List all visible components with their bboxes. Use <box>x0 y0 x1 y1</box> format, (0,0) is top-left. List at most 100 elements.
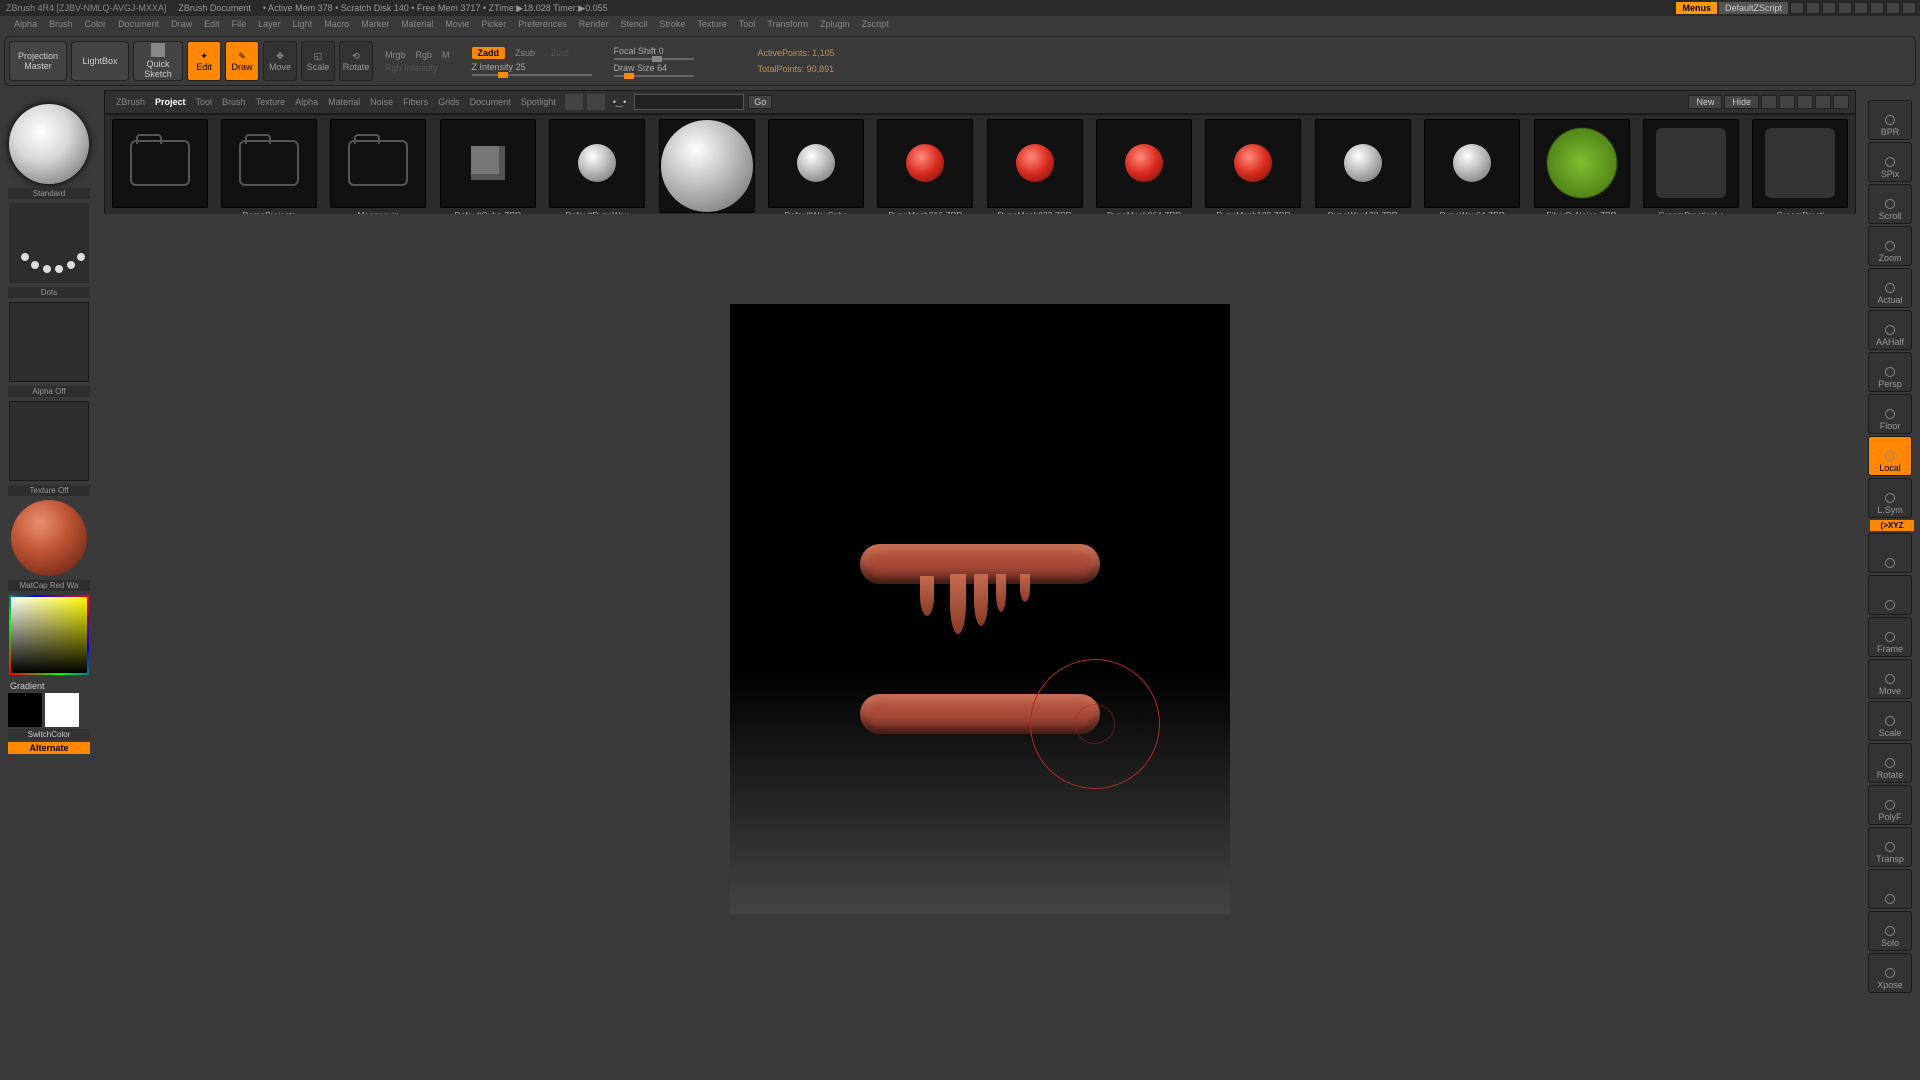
draw-mode-button[interactable]: ✎Draw <box>225 41 259 81</box>
lock-icon[interactable] <box>1854 2 1868 14</box>
menu-zscript[interactable]: Zscript <box>856 19 895 29</box>
lightbox-tab-material[interactable]: Material <box>323 97 365 107</box>
lightbox-tab-project[interactable]: Project <box>150 97 191 107</box>
quick-sketch-button[interactable]: Quick Sketch <box>133 41 183 81</box>
lightbox-tab-texture[interactable]: Texture <box>251 97 291 107</box>
right-btn-scroll[interactable]: Scroll <box>1868 184 1912 224</box>
menu-draw[interactable]: Draw <box>165 19 198 29</box>
right-btn-floor[interactable]: Floor <box>1868 394 1912 434</box>
secondary-color-swatch[interactable] <box>8 693 42 727</box>
project-item[interactable]: DynaWax64.ZPR <box>1418 115 1527 223</box>
menu-zplugin[interactable]: Zplugin <box>814 19 856 29</box>
menu-render[interactable]: Render <box>573 19 615 29</box>
z-intensity-slider[interactable]: Z Intensity 25 <box>472 62 592 76</box>
edit-mode-button[interactable]: ✦Edit <box>187 41 221 81</box>
menu-stencil[interactable]: Stencil <box>614 19 653 29</box>
lightbox-tab-grids[interactable]: Grids <box>433 97 465 107</box>
mrgb-toggle[interactable]: Mrgb <box>385 50 406 60</box>
right-btn-xpose[interactable]: Xpose <box>1868 953 1912 993</box>
lightbox-tab-document[interactable]: Document <box>465 97 516 107</box>
lightbox-tab-fibers[interactable]: Fibers <box>398 97 433 107</box>
menu-picker[interactable]: Picker <box>475 19 512 29</box>
right-btn-zoom[interactable]: Zoom <box>1868 226 1912 266</box>
right-btn-blank[interactable] <box>1868 869 1912 909</box>
lightbox-tab-spotlight[interactable]: Spotlight <box>516 97 561 107</box>
project-item[interactable]: DemoProjects <box>214 115 323 223</box>
lightbox-new-button[interactable]: New <box>1688 95 1722 109</box>
primary-color-swatch[interactable] <box>45 693 79 727</box>
project-item[interactable]: DefaultCube.ZPR <box>433 115 542 223</box>
rgb-intensity-slider[interactable]: Rgb Intensity <box>385 63 450 73</box>
project-item[interactable]: DynaWax128.ZPR <box>1308 115 1417 223</box>
right-btn-rotate[interactable]: Rotate <box>1868 743 1912 783</box>
menu-brush[interactable]: Brush <box>43 19 79 29</box>
stroke-preview[interactable] <box>9 203 89 283</box>
maximize-icon[interactable] <box>1886 2 1900 14</box>
alternate-button[interactable]: Alternate <box>8 742 90 754</box>
lightbox-tab-alpha[interactable]: Alpha <box>290 97 323 107</box>
right-btn-actual[interactable]: Actual <box>1868 268 1912 308</box>
menu-file[interactable]: File <box>226 19 253 29</box>
gridview1-icon[interactable] <box>1761 95 1777 109</box>
menu-movie[interactable]: Movie <box>439 19 475 29</box>
project-item[interactable]: DynaMesh032.ZPR <box>980 115 1089 223</box>
brush-preview[interactable] <box>9 104 89 184</box>
alpha-preview[interactable] <box>9 302 89 382</box>
menu-edit[interactable]: Edit <box>198 19 226 29</box>
layout-icon[interactable] <box>1790 2 1804 14</box>
move-mode-button[interactable]: ✥Move <box>263 41 297 81</box>
m-toggle[interactable]: M <box>442 50 450 60</box>
right-btn-bpr[interactable]: BPR <box>1868 100 1912 140</box>
right-btn-transp[interactable]: Transp <box>1868 827 1912 867</box>
zcut-toggle[interactable]: Zcut <box>545 47 575 59</box>
rgb-toggle[interactable]: Rgb <box>416 50 433 60</box>
lightbox-go-button[interactable]: Go <box>748 95 772 109</box>
right-btn-spix[interactable]: SPix <box>1868 142 1912 182</box>
menu-document[interactable]: Document <box>112 19 165 29</box>
right-btn-move[interactable]: Move <box>1868 659 1912 699</box>
project-item[interactable]: DefaultSphere.ZPR <box>652 115 761 223</box>
project-item[interactable]: Mannequin <box>324 115 433 223</box>
focal-shift-slider[interactable]: Focal Shift 0 <box>614 46 694 60</box>
minimize-icon[interactable] <box>1870 2 1884 14</box>
menus-button[interactable]: Menus <box>1676 2 1717 14</box>
right-btn-blank[interactable] <box>1868 575 1912 615</box>
menu-macro[interactable]: Macro <box>318 19 355 29</box>
color-picker[interactable] <box>9 595 89 675</box>
project-item[interactable]: DynaMesh128.ZPR <box>1199 115 1308 223</box>
menu-alpha[interactable]: Alpha <box>8 19 43 29</box>
xyz-toggle[interactable]: (>XYZ <box>1870 520 1914 531</box>
menu-preferences[interactable]: Preferences <box>512 19 573 29</box>
project-item[interactable]: .. <box>105 115 214 223</box>
texture-preview[interactable] <box>9 401 89 481</box>
gradient-toggle[interactable]: Gradient <box>4 679 94 693</box>
lightbox-tab-tool[interactable]: Tool <box>191 97 218 107</box>
scale-mode-button[interactable]: ◱Scale <box>301 41 335 81</box>
lightbox-tab-brush[interactable]: Brush <box>217 97 251 107</box>
menu-color[interactable]: Color <box>79 19 113 29</box>
lightbox-tab-zbrush[interactable]: ZBrush <box>111 97 150 107</box>
lightbox-next-icon[interactable] <box>587 94 605 110</box>
close-icon[interactable] <box>1902 2 1916 14</box>
menu-light[interactable]: Light <box>287 19 319 29</box>
right-btn-aahalf[interactable]: AAHalf <box>1868 310 1912 350</box>
rotate-mode-button[interactable]: ⟲Rotate <box>339 41 373 81</box>
layout3-icon[interactable] <box>1822 2 1836 14</box>
project-item[interactable]: FiberByNoise.ZPR <box>1527 115 1636 223</box>
menu-tool[interactable]: Tool <box>733 19 762 29</box>
menu-texture[interactable]: Texture <box>691 19 733 29</box>
project-item[interactable]: DefaultWaxSphe <box>761 115 870 223</box>
lightbox-button[interactable]: LightBox <box>71 41 129 81</box>
menu-layer[interactable]: Layer <box>252 19 287 29</box>
right-btn-solo[interactable]: Solo <box>1868 911 1912 951</box>
canvas[interactable] <box>730 304 1230 914</box>
gridview5-icon[interactable] <box>1833 95 1849 109</box>
menu-transform[interactable]: Transform <box>761 19 814 29</box>
lightbox-mode-icon[interactable]: •‿• <box>609 97 631 108</box>
draw-size-slider[interactable]: Draw Size 64 <box>614 63 694 77</box>
right-btn-frame[interactable]: Frame <box>1868 617 1912 657</box>
right-btn-l.sym[interactable]: L.Sym <box>1868 478 1912 518</box>
right-btn-local[interactable]: Local <box>1868 436 1912 476</box>
gridview2-icon[interactable] <box>1779 95 1795 109</box>
menu-material[interactable]: Material <box>395 19 439 29</box>
